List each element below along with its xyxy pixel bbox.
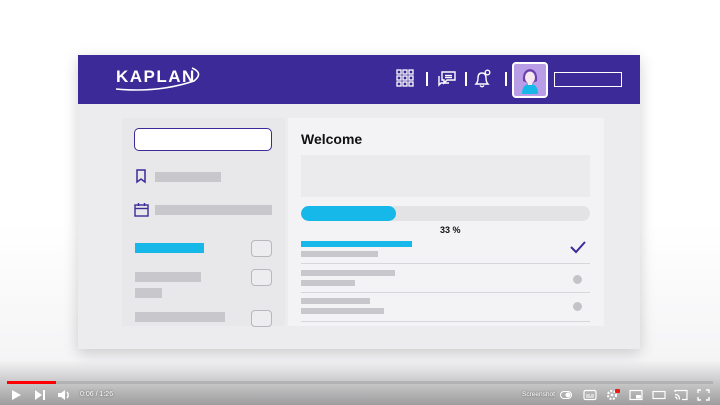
progress-label: 33 % — [440, 225, 461, 235]
task-title[interactable] — [301, 270, 395, 276]
completed-task-subtext — [301, 251, 378, 257]
sidebar-item-calendar[interactable] — [155, 205, 272, 215]
task-checkbox[interactable] — [251, 240, 272, 257]
task-subtext — [301, 308, 384, 314]
task-status-dot — [573, 275, 582, 284]
theater-mode-icon[interactable] — [652, 389, 666, 401]
person-icon — [522, 69, 538, 94]
progress-bar — [301, 206, 590, 221]
fullscreen-icon[interactable] — [697, 389, 710, 401]
bookmark-icon[interactable] — [135, 169, 147, 184]
kaplan-logo[interactable]: KAPLAN — [116, 67, 196, 87]
toggle-icon[interactable] — [560, 391, 572, 399]
cast-icon[interactable] — [674, 389, 688, 401]
play-icon[interactable] — [10, 389, 22, 401]
subtitles-icon[interactable] — [583, 389, 597, 401]
notification-bell-icon[interactable] — [472, 69, 492, 89]
apps-grid-icon[interactable] — [396, 69, 414, 87]
row-divider — [301, 263, 590, 264]
task-title[interactable] — [301, 298, 370, 304]
divider — [426, 72, 428, 86]
sidebar-item-bookmarks[interactable] — [155, 172, 221, 182]
volume-icon[interactable] — [57, 389, 71, 401]
divider — [465, 72, 467, 86]
video-frame: KAPLAN Welcome 33 % 0:06 / 1:26 Screensh… — [0, 0, 720, 405]
task-checkbox[interactable] — [251, 269, 272, 286]
page-title: Welcome — [301, 131, 363, 147]
time-display: 0:06 / 1:26 — [80, 391, 114, 398]
task-subtext — [301, 280, 355, 286]
app-window: KAPLAN Welcome 33 % — [78, 55, 640, 349]
settings-gear-icon[interactable] — [606, 389, 620, 401]
progress-scrubber[interactable] — [7, 381, 713, 384]
list-item-active[interactable] — [135, 243, 204, 253]
calendar-icon[interactable] — [134, 202, 149, 217]
task-checkbox[interactable] — [251, 310, 272, 327]
next-icon[interactable] — [34, 389, 46, 401]
sidebar — [122, 118, 285, 327]
main-panel: Welcome 33 % — [288, 118, 604, 326]
list-item[interactable] — [135, 312, 225, 322]
checkmark-icon — [570, 241, 586, 254]
row-divider — [301, 292, 590, 293]
chat-icon[interactable] — [438, 69, 458, 89]
row-divider — [301, 321, 590, 322]
list-item[interactable] — [135, 272, 201, 282]
search-input[interactable] — [134, 128, 272, 151]
screenshot-label[interactable]: Screenshot — [522, 391, 555, 398]
welcome-banner — [301, 155, 590, 197]
user-avatar[interactable] — [512, 62, 548, 98]
completed-task-title[interactable] — [301, 241, 412, 247]
progress-fill — [301, 206, 397, 221]
scrubber-played — [7, 381, 57, 384]
divider — [505, 72, 507, 86]
miniplayer-icon[interactable] — [629, 389, 643, 401]
task-status-dot — [573, 302, 582, 311]
list-item-subtext — [135, 288, 162, 298]
user-name-field[interactable] — [554, 72, 622, 87]
top-bar: KAPLAN — [78, 55, 640, 104]
